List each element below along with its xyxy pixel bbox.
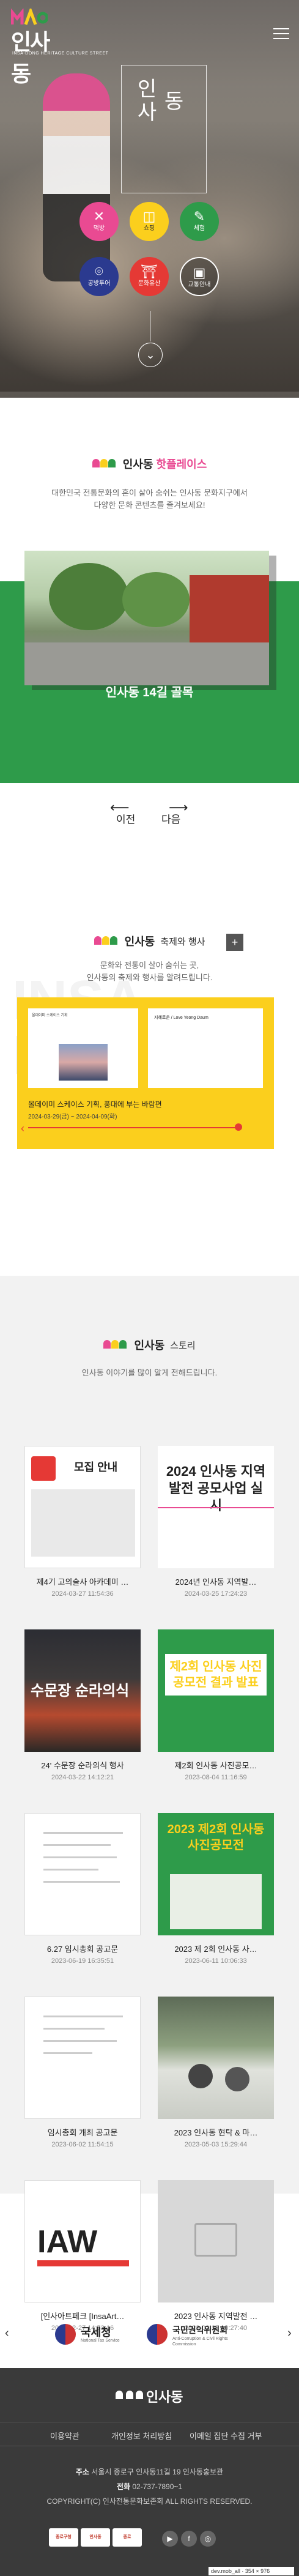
- chevron-down-icon: ⌄: [146, 349, 155, 361]
- bus-icon: ▣: [193, 265, 206, 280]
- brand-mark-icon: [116, 2390, 144, 2402]
- story-heading: 인사동 스토리: [0, 1337, 299, 1355]
- shopping-bag-icon: ◫: [142, 209, 156, 224]
- story-thumbnail: 2023 제2회 인사동사진공모전: [158, 1813, 274, 1935]
- story-thumbnail: [158, 2180, 274, 2302]
- scroll-down-button[interactable]: ⌄: [138, 343, 163, 367]
- hero-calligraphy-frame: 인사 동: [121, 65, 207, 193]
- story-card[interactable]: 2023 제2회 인사동사진공모전 2023 제 2회 인사동 사… 2023-…: [158, 1813, 274, 1990]
- festival-progress-dot[interactable]: [235, 1123, 242, 1131]
- festival-progress-bar: [28, 1127, 236, 1128]
- youtube-icon[interactable]: ▶: [162, 2531, 178, 2547]
- footer-badge[interactable]: 종로: [113, 2528, 142, 2547]
- story-card[interactable]: 모집 안내 제4기 고의술사 아카데미 … 2024-03-27 11:54:3…: [24, 1446, 141, 1623]
- festival-event-date: 2024-03-29(금) ~ 2024-04-09(화): [28, 1114, 117, 1120]
- story-thumbnail: 수문장 순라의식: [24, 1629, 141, 1752]
- hamburger-menu-icon[interactable]: [273, 28, 289, 40]
- festival-heading: 인사동 축제와 행사: [0, 933, 299, 951]
- hero-calligraphy-2: 동: [160, 90, 184, 113]
- arrow-left-icon: ⟵: [110, 800, 130, 815]
- logo-text: 인사동: [11, 29, 50, 86]
- hotplace-next-button[interactable]: ⟶ 다음: [161, 800, 188, 826]
- quick-menu-workshop[interactable]: ⌾ 공방투어: [79, 257, 119, 296]
- hotplace-heading: 인사동 핫플레이스: [0, 456, 299, 474]
- story-thumbnail: [24, 1813, 141, 1935]
- hotplace-prev-button[interactable]: ⟵ 이전: [110, 800, 135, 826]
- story-thumbnail: 2024 인사동 지역발전 공모사업 실시: [158, 1446, 274, 1568]
- story-thumbnail: 제2회 인사동 사진공모전 결과 발표: [158, 1629, 274, 1752]
- festival-poster-right: 지혜로운 / Love Yeong Daum: [148, 1008, 263, 1088]
- hero-performer-figure: [43, 73, 110, 281]
- image-placeholder-icon: [194, 2223, 237, 2257]
- section-brand: 인사동: [122, 458, 153, 471]
- story-thumbnail: 모집 안내: [24, 1446, 141, 1568]
- quick-menu-transport[interactable]: ▣ 교통안내: [180, 257, 219, 296]
- terms-link[interactable]: 이용약관: [50, 2430, 79, 2441]
- hotplace-slide[interactable]: [24, 551, 299, 765]
- footer-logo: 인사동: [0, 2386, 299, 2406]
- arrow-right-icon[interactable]: ›: [287, 2326, 292, 2340]
- quick-menu-shopping[interactable]: ◫ 쇼핑: [130, 202, 169, 241]
- footer-links: 이용약관 개인정보 처리방침 이메일 집단 수집 거부: [0, 2422, 299, 2446]
- map-pin-icon: ⌾: [95, 264, 103, 279]
- quick-menu-heritage[interactable]: ⛩ 문화유산: [130, 257, 169, 296]
- footer-badge[interactable]: 인사동: [81, 2528, 110, 2547]
- hero-calligraphy-1: 인사: [133, 78, 157, 124]
- story-card[interactable]: 2024 인사동 지역발전 공모사업 실시 2024년 인사동 지역발… 202…: [158, 1446, 274, 1623]
- logo-mark-icon: [11, 9, 48, 25]
- story-thumbnail: IAW: [24, 2180, 141, 2302]
- brand-mark-icon: [103, 1339, 127, 1352]
- festival-poster: 올데이미 스케이스 기획: [28, 1008, 138, 1088]
- festival-poster-photo: [59, 1044, 108, 1081]
- story-card[interactable]: 수문장 순라의식 24' 수문장 순라의식 행사 2024-03-22 14:1…: [24, 1629, 141, 1807]
- taegeuk-icon: [147, 2324, 168, 2345]
- footer-badges: 종로구청 인사동 종로: [49, 2528, 144, 2547]
- brand-mark-icon: [94, 935, 118, 948]
- festival-more-button[interactable]: +: [226, 934, 243, 951]
- quick-menu-experience[interactable]: ✎ 체험: [180, 202, 219, 241]
- hero-section: 인사동 INSA-DONG HERITAGE CULTURE STREET 인사…: [0, 0, 299, 398]
- story-description: 인사동 이야기를 많이 알게 전해드립니다.: [81, 1368, 218, 1377]
- logo-subtitle: INSA-DONG HERITAGE CULTURE STREET: [12, 51, 109, 56]
- story-card[interactable]: 6.27 임시총회 공고문 2023-06-19 16:35:51: [24, 1813, 141, 1990]
- story-card[interactable]: 2023 인사동 현탁 & 마… 2023-05-03 15:29:44: [158, 1997, 274, 2174]
- hotplace-name: 인사동 14길 골목: [105, 686, 194, 699]
- footer-info: 주소 서울시 종로구 인사동11길 19 인사동홍보관 전화 02-737-78…: [46, 2468, 253, 2506]
- festival-description: 문화와 전통이 살아 숨쉬는 곳, 인사동의 축제와 행사를 알려드립니다.: [86, 961, 213, 982]
- section-title: 핫플레이스: [156, 458, 207, 471]
- arrow-left-icon[interactable]: ‹: [5, 2326, 9, 2340]
- email-refusal-link[interactable]: 이메일 집단 수집 거부: [190, 2430, 262, 2441]
- instagram-icon[interactable]: ◎: [200, 2531, 216, 2547]
- story-card[interactable]: 임시총회 개최 공고문 2023-06-02 11:54:15: [24, 1997, 141, 2174]
- story-thumbnail: [158, 1997, 274, 2119]
- arrow-left-icon[interactable]: ‹: [21, 1122, 24, 1135]
- taegeuk-icon: [55, 2324, 76, 2345]
- brand-mark-icon: [92, 458, 116, 471]
- festival-card[interactable]: 올데이미 스케이스 기획 지혜로운 / Love Yeong Daum 올데이미…: [17, 997, 274, 1149]
- partner-banner: ‹ 국세청 National Tax Service 국민권익위원회 Anti-…: [5, 2324, 292, 2347]
- hotplace-photo: [24, 551, 269, 685]
- arrow-right-icon: ⟶: [169, 800, 188, 815]
- quick-menu-food[interactable]: ✕ 먹방: [79, 202, 119, 241]
- site-logo[interactable]: 인사동 INSA-DONG HERITAGE CULTURE STREET: [11, 9, 108, 86]
- hotplace-description: 대한민국 전통문화의 혼이 살아 숨쉬는 인사동 문화지구에서 다양한 문화 콘…: [51, 488, 248, 510]
- story-thumbnail: [24, 1997, 141, 2119]
- brush-icon: ✎: [193, 209, 205, 224]
- gate-icon: ⛩: [141, 264, 158, 279]
- story-card[interactable]: 제2회 인사동 사진공모전 결과 발표 제2회 인사동 사진공모… 2023-0…: [158, 1629, 274, 1807]
- viewport-size-label: dev.mob_all · 354 × 976: [209, 2567, 294, 2575]
- footer-badge[interactable]: 종로구청: [49, 2528, 78, 2547]
- privacy-link[interactable]: 개인정보 처리방침: [111, 2430, 172, 2441]
- utensils-icon: ✕: [93, 209, 105, 224]
- festival-event-title: 올데이미 스케이스 기획, 풍대에 부는 바람편: [28, 1100, 162, 1109]
- facebook-icon[interactable]: f: [181, 2531, 197, 2547]
- site-footer: 인사동 이용약관 개인정보 처리방침 이메일 집단 수집 거부 주소 서울시 종…: [0, 2368, 299, 2576]
